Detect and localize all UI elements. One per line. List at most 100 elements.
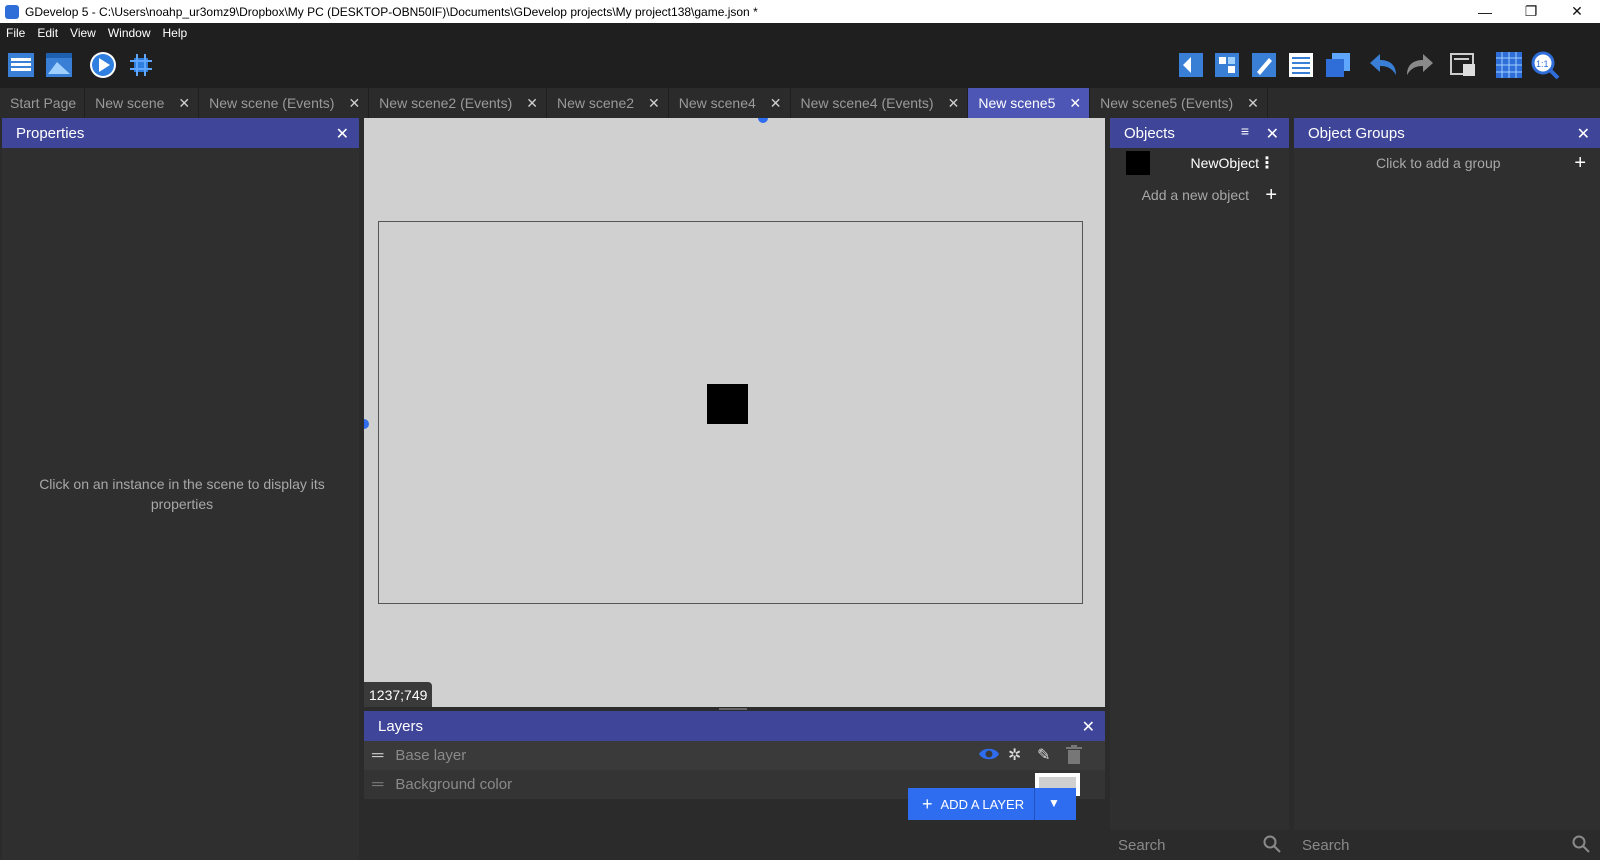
tab-start-page[interactable]: Start Page bbox=[0, 88, 86, 118]
minimize-button[interactable]: — bbox=[1462, 0, 1508, 23]
close-window-button[interactable]: ✕ bbox=[1554, 0, 1600, 23]
object-row[interactable]: NewObject ⋮ bbox=[1110, 148, 1289, 178]
close-icon[interactable]: ✕ bbox=[1577, 124, 1590, 144]
layers-title: Layers bbox=[378, 717, 424, 735]
main-toolbar: 1:1 bbox=[0, 43, 1600, 88]
layer-window-icon[interactable] bbox=[1448, 50, 1478, 80]
tab-label: New scene2 bbox=[556, 95, 635, 111]
close-icon[interactable]: ✕ bbox=[178, 95, 190, 112]
preview-play-icon[interactable] bbox=[88, 50, 118, 80]
close-icon[interactable]: ✕ bbox=[948, 95, 960, 112]
redo-icon[interactable] bbox=[1405, 50, 1435, 80]
object-groups-title: Object Groups bbox=[1308, 124, 1405, 142]
lighting-icon[interactable]: ✲ bbox=[1008, 745, 1021, 765]
visibility-eye-icon[interactable] bbox=[978, 745, 1000, 768]
tab-label: New scene bbox=[95, 95, 165, 111]
objects-panel: NewObject ⋮ Add a new object + bbox=[1110, 148, 1289, 830]
tab-label: New scene4 (Events) bbox=[800, 95, 934, 111]
grid-icon[interactable] bbox=[1494, 50, 1524, 80]
tab-label: New scene2 (Events) bbox=[379, 95, 513, 111]
object-groups-panel: Click to add a group + bbox=[1294, 148, 1600, 830]
cursor-coordinates: 1237;749 bbox=[364, 682, 433, 707]
tab-new-scene5-events[interactable]: New scene5 (Events) ✕ bbox=[1090, 88, 1268, 118]
tab-new-scene4-events[interactable]: New scene4 (Events) ✕ bbox=[791, 88, 969, 118]
menu-help[interactable]: Help bbox=[163, 26, 188, 40]
menu-bar: File Edit View Window Help bbox=[0, 23, 1600, 43]
add-group-row[interactable]: Click to add a group + bbox=[1294, 148, 1600, 178]
instances-list-icon[interactable] bbox=[1286, 50, 1316, 80]
chevron-down-icon[interactable]: ▼ bbox=[1048, 796, 1060, 810]
tab-new-scene-events[interactable]: New scene (Events) ✕ bbox=[199, 88, 370, 118]
tab-new-scene4[interactable]: New scene4 ✕ bbox=[669, 88, 791, 118]
undo-icon[interactable] bbox=[1368, 50, 1398, 80]
more-vert-icon[interactable]: ⋮ bbox=[1259, 153, 1275, 173]
close-icon[interactable]: ✕ bbox=[336, 124, 349, 144]
tab-new-scene2[interactable]: New scene2 ✕ bbox=[547, 88, 669, 118]
menu-window[interactable]: Window bbox=[108, 26, 151, 40]
splitter-grip bbox=[719, 708, 747, 710]
drag-handle-icon[interactable]: ═ bbox=[372, 747, 383, 765]
add-layer-label: ADD A LAYER bbox=[940, 796, 1025, 812]
close-icon[interactable]: ✕ bbox=[348, 95, 360, 112]
add-group-label: Click to add a group bbox=[1376, 155, 1501, 171]
plus-icon[interactable]: + bbox=[1574, 152, 1586, 175]
menu-file[interactable]: File bbox=[6, 26, 25, 40]
edit-pencil-icon[interactable]: ✎ bbox=[1037, 745, 1050, 765]
close-icon[interactable]: ✕ bbox=[648, 95, 660, 112]
new-object-instance[interactable] bbox=[707, 384, 748, 424]
title-bar: GDevelop 5 - C:\Users\noahp_ur3omz9\Drop… bbox=[0, 0, 1600, 23]
project-manager-icon[interactable] bbox=[6, 50, 36, 80]
close-icon[interactable]: ✕ bbox=[1082, 717, 1095, 737]
tab-label: New scene5 (Events) bbox=[1100, 95, 1234, 111]
layer-row-base[interactable]: ═ Base layer ✲ ✎ bbox=[364, 741, 1105, 770]
menu-edit[interactable]: Edit bbox=[37, 26, 58, 40]
tab-new-scene[interactable]: New scene ✕ bbox=[85, 88, 200, 118]
layers-icon[interactable] bbox=[1323, 50, 1353, 80]
object-icon[interactable] bbox=[1176, 50, 1206, 80]
layer-name: Base layer bbox=[395, 747, 467, 764]
resize-handle-top[interactable] bbox=[758, 118, 768, 123]
properties-title: Properties bbox=[16, 124, 85, 142]
tab-label: New scene5 bbox=[978, 95, 1056, 111]
groups-search-input[interactable]: Search bbox=[1294, 830, 1600, 860]
plus-icon[interactable]: + bbox=[1265, 184, 1277, 207]
close-icon[interactable]: ✕ bbox=[1069, 95, 1081, 112]
filter-icon[interactable]: ≡ bbox=[1241, 123, 1249, 139]
resize-handle-left[interactable] bbox=[364, 419, 369, 429]
properties-hint: Click on an instance in the scene to dis… bbox=[39, 476, 325, 512]
debugger-icon[interactable] bbox=[126, 50, 156, 80]
objects-panel-header: Objects ≡ ✕ bbox=[1110, 118, 1289, 148]
close-icon[interactable]: ✕ bbox=[526, 95, 538, 112]
plus-icon: + bbox=[922, 793, 933, 814]
trash-icon[interactable] bbox=[1066, 745, 1082, 770]
search-icon bbox=[1572, 835, 1590, 857]
tab-new-scene5[interactable]: New scene5 ✕ bbox=[968, 88, 1091, 118]
tab-label: New scene4 bbox=[678, 95, 756, 111]
svg-text:1:1: 1:1 bbox=[1536, 59, 1549, 69]
properties-icon[interactable] bbox=[1249, 50, 1279, 80]
tab-label: Start Page bbox=[10, 95, 77, 111]
restore-button[interactable]: ❐ bbox=[1508, 0, 1554, 23]
add-object-label: Add a new object bbox=[1141, 187, 1249, 203]
scene-editor-icon[interactable] bbox=[44, 50, 74, 80]
object-groups-icon[interactable] bbox=[1212, 50, 1242, 80]
tab-label: New scene (Events) bbox=[209, 95, 335, 111]
gdevelop-logo-icon bbox=[5, 4, 19, 19]
close-icon[interactable]: ✕ bbox=[770, 95, 782, 112]
properties-panel-header: Properties ✕ bbox=[2, 118, 359, 148]
menu-view[interactable]: View bbox=[70, 26, 96, 40]
close-icon[interactable]: ✕ bbox=[1266, 124, 1279, 144]
object-thumbnail bbox=[1126, 151, 1150, 175]
add-layer-button[interactable]: + ADD A LAYER ▼ bbox=[908, 788, 1076, 820]
zoom-icon[interactable]: 1:1 bbox=[1530, 50, 1560, 80]
layers-panel: ═ Base layer ✲ ✎ ═ Background color + AD… bbox=[364, 741, 1105, 860]
scene-canvas[interactable]: 1237;749 bbox=[364, 118, 1105, 707]
search-icon bbox=[1263, 835, 1281, 857]
objects-title: Objects bbox=[1124, 124, 1175, 142]
add-object-row[interactable]: Add a new object + bbox=[1110, 180, 1289, 210]
drag-handle-icon: ═ bbox=[372, 775, 384, 793]
tab-new-scene2-events[interactable]: New scene2 (Events) ✕ bbox=[369, 88, 547, 118]
object-name: NewObject bbox=[1190, 155, 1259, 171]
close-icon[interactable]: ✕ bbox=[1247, 95, 1259, 112]
objects-search-input[interactable]: Search bbox=[1110, 830, 1289, 860]
